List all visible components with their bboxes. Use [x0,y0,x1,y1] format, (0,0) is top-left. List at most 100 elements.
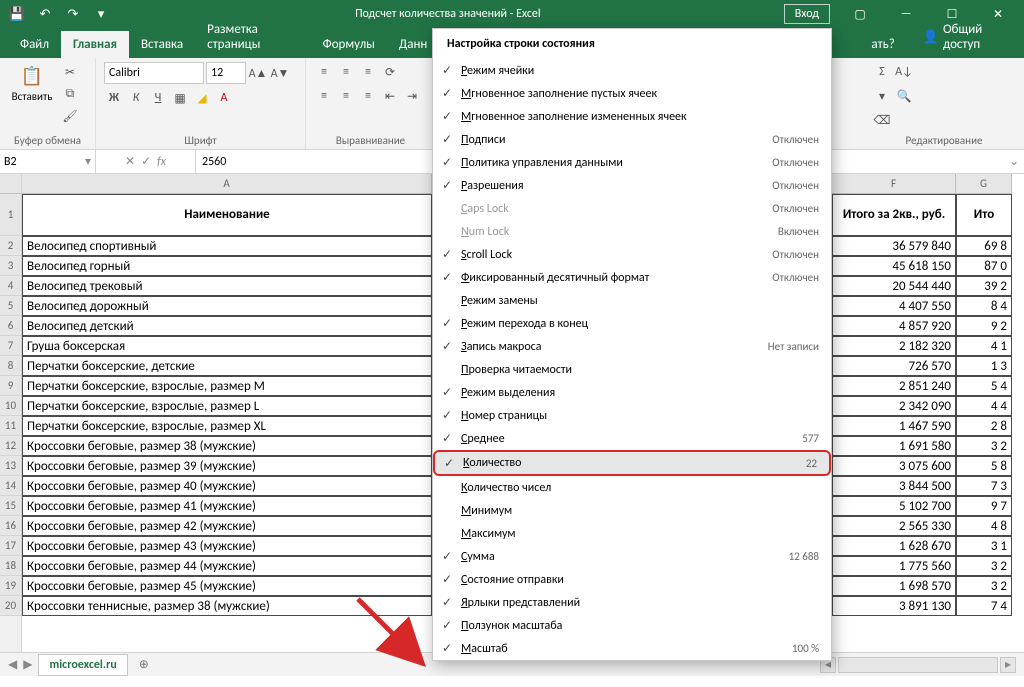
copy-icon[interactable]: ⧉ [60,84,80,104]
cell-name[interactable]: Велосипед трековый [22,276,432,296]
row-header[interactable]: 13 [0,456,21,476]
row-header[interactable]: 14 [0,476,21,496]
row-header[interactable]: 11 [0,416,21,436]
row-header[interactable]: 19 [0,576,21,596]
column-header-name[interactable]: Наименование [22,194,432,236]
horizontal-scrollbar[interactable] [838,657,998,673]
scroll-right-icon[interactable]: ▸ [1000,657,1016,673]
cell-total-q2[interactable]: 3 891 130 [832,596,956,616]
align-center-icon[interactable]: ≡ [336,86,356,106]
cell-total-q2[interactable]: 4 407 550 [832,296,956,316]
ctx-item-count[interactable]: ✓Количество22 [433,450,831,476]
cell-total[interactable]: 3 1 [956,536,1012,556]
align-left-icon[interactable]: ≡ [314,86,334,106]
ctx-item-flash-changed[interactable]: ✓Мгновенное заполнение измененных ячеек [433,105,831,128]
row-header[interactable]: 8 [0,356,21,376]
new-sheet-icon[interactable]: ⊕ [134,655,154,675]
row-header[interactable]: 15 [0,496,21,516]
cell-name[interactable]: Велосипед дорожный [22,296,432,316]
ctx-item-average[interactable]: ✓Среднее577 [433,427,831,450]
ctx-item-sum[interactable]: ✓Сумма12 688 [433,545,831,568]
underline-button[interactable]: Ч [148,88,168,108]
cell-total[interactable]: 1 3 [956,356,1012,376]
align-middle-icon[interactable]: ≡ [336,62,356,82]
name-box[interactable]: B2▾ [0,150,96,173]
cell-total-q2[interactable]: 726 570 [832,356,956,376]
autosum-icon[interactable]: Σ [872,62,892,82]
increase-font-icon[interactable]: A▲ [248,63,268,83]
ctx-item-cell-mode[interactable]: ✓Режим ячейки [433,59,831,82]
cell-name[interactable]: Кроссовки теннисные, размер 38 (мужские) [22,596,432,616]
row-header[interactable]: 20 [0,596,21,616]
cell-name[interactable]: Кроссовки беговые, размер 42 (мужские) [22,516,432,536]
undo-icon[interactable]: ↶ [34,3,56,25]
ctx-item-upload[interactable]: ✓Состояние отправки [433,568,831,591]
cell-total-q2[interactable]: 1 691 580 [832,436,956,456]
cell-total-q2[interactable]: 45 618 150 [832,256,956,276]
cell-total[interactable]: 4 8 [956,516,1012,536]
tab-tell-me[interactable]: ать? [859,31,906,58]
row-header[interactable]: 1 [0,194,21,236]
cell-total-q2[interactable]: 1 698 570 [832,576,956,596]
cut-icon[interactable]: ✂ [60,62,80,82]
format-painter-icon[interactable]: 🖌 [60,106,80,126]
row-header[interactable]: 7 [0,336,21,356]
fill-icon[interactable]: ▾ [872,86,892,106]
ctx-item-page-number[interactable]: ✓Номер страницы [433,404,831,427]
align-right-icon[interactable]: ≡ [358,86,378,106]
cell-total[interactable]: 5 4 [956,376,1012,396]
cell-name[interactable]: Перчатки боксерские, взрослые, размер L [22,396,432,416]
cell-total-q2[interactable]: 2 565 330 [832,516,956,536]
tab-formulas[interactable]: Формулы [311,31,387,58]
ctx-item-num-count[interactable]: Количество чисел [433,476,831,499]
cell-total-q2[interactable]: 4 857 920 [832,316,956,336]
ctx-item-permissions[interactable]: ✓РазрешенияОтключен [433,174,831,197]
paste-button[interactable]: 📋 Вставить [8,62,56,103]
bold-button[interactable]: Ж [104,88,124,108]
cell-name[interactable]: Кроссовки беговые, размер 45 (мужские) [22,576,432,596]
ctx-item-flash-blank[interactable]: ✓Мгновенное заполнение пустых ячеек [433,82,831,105]
cell-total-q2[interactable]: 1 467 590 [832,416,956,436]
ctx-item-fixed-dec[interactable]: ✓Фиксированный десятичный форматОтключен [433,266,831,289]
cell-total-q2[interactable]: 36 579 840 [832,236,956,256]
italic-button[interactable]: К [126,88,146,108]
fx-icon[interactable]: fx [157,155,166,169]
cell-total[interactable]: 4 1 [956,336,1012,356]
cell-total[interactable]: 7 3 [956,476,1012,496]
font-color-icon[interactable]: A [214,88,234,108]
ribbon-options-icon[interactable]: ▢ [838,0,882,28]
cell-name[interactable]: Перчатки боксерские, детские [22,356,432,376]
tab-insert[interactable]: Вставка [129,31,195,58]
share-button[interactable]: 👤 Общий доступ [907,16,1024,58]
qat-customize-icon[interactable]: ▾ [90,3,112,25]
cell-name[interactable]: Кроссовки беговые, размер 43 (мужские) [22,536,432,556]
align-top-icon[interactable]: ≡ [314,62,334,82]
sheet-nav-next-icon[interactable]: ▶ [23,657,32,672]
cell-total-q2[interactable]: 1 775 560 [832,556,956,576]
cell-name[interactable]: Перчатки боксерские, взрослые, размер M [22,376,432,396]
cancel-formula-icon[interactable]: ✕ [125,154,135,169]
cell-name[interactable]: Велосипед горный [22,256,432,276]
row-header[interactable]: 10 [0,396,21,416]
ctx-item-policy[interactable]: ✓Политика управления даннымиОтключен [433,151,831,174]
cell-name[interactable]: Велосипед детский [22,316,432,336]
cell-total[interactable]: 5 8 [956,456,1012,476]
cell-total[interactable]: 2 8 [956,416,1012,436]
row-header[interactable]: 12 [0,436,21,456]
col-header-f[interactable]: F [832,174,956,194]
ctx-item-min[interactable]: Минимум [433,499,831,522]
font-name-select[interactable]: Calibri [104,62,204,84]
sign-in-button[interactable]: Вход [784,4,830,24]
cell-total[interactable]: 3 2 [956,556,1012,576]
decrease-font-icon[interactable]: A▼ [270,63,290,83]
orientation-icon[interactable]: ⟳ [380,62,400,82]
cell-total-q2[interactable]: 1 628 670 [832,536,956,556]
row-header[interactable]: 4 [0,276,21,296]
row-header[interactable]: 5 [0,296,21,316]
cell-name[interactable]: Кроссовки беговые, размер 38 (мужские) [22,436,432,456]
ctx-item-selection-mode[interactable]: ✓Режим выделения [433,381,831,404]
align-bottom-icon[interactable]: ≡ [358,62,378,82]
cell-total[interactable]: 39 2 [956,276,1012,296]
ctx-item-caps[interactable]: Caps LockОтключен [433,197,831,220]
cell-total[interactable]: 3 2 [956,576,1012,596]
